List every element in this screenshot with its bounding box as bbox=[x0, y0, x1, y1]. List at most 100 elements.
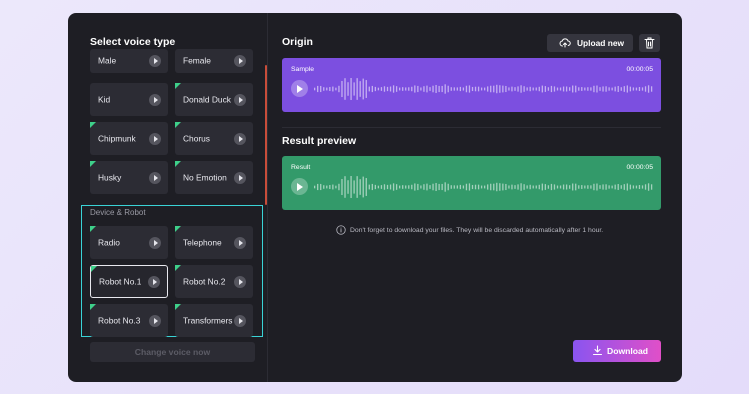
play-icon[interactable] bbox=[149, 314, 161, 327]
waveform-bar bbox=[389, 86, 392, 92]
waveform-bar bbox=[417, 183, 419, 191]
play-icon[interactable] bbox=[234, 132, 246, 145]
change-voice-button[interactable]: Change voice now bbox=[90, 342, 255, 362]
waveform-bar bbox=[438, 85, 440, 93]
waveform-bar bbox=[644, 184, 647, 190]
new-badge-icon bbox=[91, 266, 97, 272]
waveform-bar bbox=[617, 184, 619, 190]
section-divider bbox=[282, 127, 661, 128]
waveform-bar bbox=[569, 185, 571, 189]
new-badge-icon bbox=[175, 83, 181, 89]
waveform-bar bbox=[584, 185, 586, 189]
waveform-bar bbox=[629, 86, 632, 92]
waveform-bar bbox=[526, 185, 528, 189]
origin-waveform[interactable] bbox=[314, 78, 654, 100]
voice-option-robot-no-2[interactable]: Robot No.2 bbox=[175, 265, 253, 298]
waveform-bar bbox=[565, 86, 568, 92]
waveform-bar bbox=[538, 86, 540, 92]
voice-option-chorus[interactable]: Chorus bbox=[175, 122, 253, 155]
waveform-bar bbox=[550, 183, 553, 191]
voice-option-label: Telephone bbox=[183, 237, 222, 247]
waveform-bar bbox=[572, 85, 574, 93]
waveform-bar bbox=[344, 78, 346, 100]
play-icon[interactable] bbox=[149, 55, 161, 67]
waveform-bar bbox=[423, 184, 425, 190]
new-badge-icon bbox=[175, 161, 181, 167]
play-icon[interactable] bbox=[234, 275, 246, 288]
result-play-button[interactable] bbox=[291, 178, 308, 195]
waveform-bar bbox=[517, 86, 519, 92]
play-icon[interactable] bbox=[234, 55, 246, 67]
voice-option-radio[interactable]: Radio bbox=[90, 226, 168, 259]
waveform-bar bbox=[608, 87, 610, 91]
play-icon[interactable] bbox=[234, 93, 246, 106]
waveform-bar bbox=[329, 87, 331, 91]
voice-changer-app: Select voice type Male Female Kid Donald… bbox=[68, 13, 682, 382]
waveform-bar bbox=[468, 183, 471, 191]
new-badge-icon bbox=[90, 226, 96, 232]
play-icon[interactable] bbox=[234, 314, 246, 327]
voice-option-robot-no-3[interactable]: Robot No.3 bbox=[90, 304, 168, 337]
new-badge-icon bbox=[175, 226, 181, 232]
play-icon[interactable] bbox=[149, 132, 161, 145]
play-icon[interactable] bbox=[234, 171, 246, 184]
waveform-bar bbox=[377, 185, 380, 189]
waveform-bar bbox=[611, 87, 613, 91]
waveform-bar bbox=[605, 184, 607, 190]
waveform-bar bbox=[329, 185, 331, 189]
waveform-bar bbox=[477, 86, 480, 92]
play-icon[interactable] bbox=[148, 275, 160, 288]
upload-new-button[interactable]: Upload new bbox=[547, 34, 633, 52]
waveform-bar bbox=[550, 85, 553, 93]
waveform-bar bbox=[484, 185, 486, 189]
waveform-bar bbox=[338, 85, 340, 93]
voice-option-robot-no-1[interactable]: Robot No.1 bbox=[90, 265, 168, 298]
waveform-bar bbox=[414, 183, 416, 191]
waveform-bar bbox=[541, 85, 543, 93]
new-badge-icon bbox=[175, 304, 181, 310]
delete-button[interactable] bbox=[639, 34, 660, 52]
play-icon[interactable] bbox=[149, 93, 161, 106]
result-waveform[interactable] bbox=[314, 176, 654, 198]
waveform-bar bbox=[374, 184, 377, 190]
waveform-bar bbox=[596, 85, 598, 93]
waveform-bar bbox=[456, 87, 458, 91]
voice-option-donald-duck[interactable]: Donald Duck bbox=[175, 83, 253, 116]
waveform-bar bbox=[508, 185, 510, 189]
waveform-bar bbox=[386, 184, 389, 190]
voice-list-scrollbar[interactable] bbox=[265, 65, 267, 205]
origin-play-button[interactable] bbox=[291, 80, 308, 97]
voice-option-female[interactable]: Female bbox=[175, 49, 253, 73]
voice-option-label: Donald Duck bbox=[183, 94, 231, 104]
play-icon[interactable] bbox=[234, 236, 246, 249]
waveform-bar bbox=[517, 184, 519, 190]
voice-option-telephone[interactable]: Telephone bbox=[175, 226, 253, 259]
download-button[interactable]: Download bbox=[573, 340, 661, 362]
play-icon[interactable] bbox=[149, 236, 161, 249]
waveform-bar bbox=[593, 85, 595, 93]
waveform-bar bbox=[644, 86, 647, 92]
origin-title: Origin bbox=[282, 36, 313, 48]
waveform-bar bbox=[647, 85, 650, 93]
info-icon bbox=[336, 225, 346, 235]
voice-option-transformers[interactable]: Transformers bbox=[175, 304, 253, 337]
waveform-bar bbox=[465, 85, 468, 93]
voice-option-kid[interactable]: Kid bbox=[90, 83, 168, 116]
voice-option-label: Robot No.2 bbox=[183, 276, 226, 286]
waveform-bar bbox=[453, 185, 455, 189]
waveform-bar bbox=[332, 184, 334, 190]
waveform-bar bbox=[408, 87, 410, 91]
voice-option-no-emotion[interactable]: No Emotion bbox=[175, 161, 253, 194]
voice-option-husky[interactable]: Husky bbox=[90, 161, 168, 194]
waveform-bar bbox=[484, 87, 486, 91]
voice-option-male[interactable]: Male bbox=[90, 49, 168, 73]
waveform-bar bbox=[320, 85, 322, 93]
waveform-bar bbox=[490, 183, 492, 191]
play-icon[interactable] bbox=[149, 171, 161, 184]
voice-option-chipmunk[interactable]: Chipmunk bbox=[90, 122, 168, 155]
waveform-bar bbox=[638, 185, 641, 189]
waveform-bar bbox=[392, 85, 395, 93]
waveform-bar bbox=[556, 87, 559, 91]
upload-new-label: Upload new bbox=[577, 38, 624, 48]
waveform-bar bbox=[371, 85, 373, 93]
